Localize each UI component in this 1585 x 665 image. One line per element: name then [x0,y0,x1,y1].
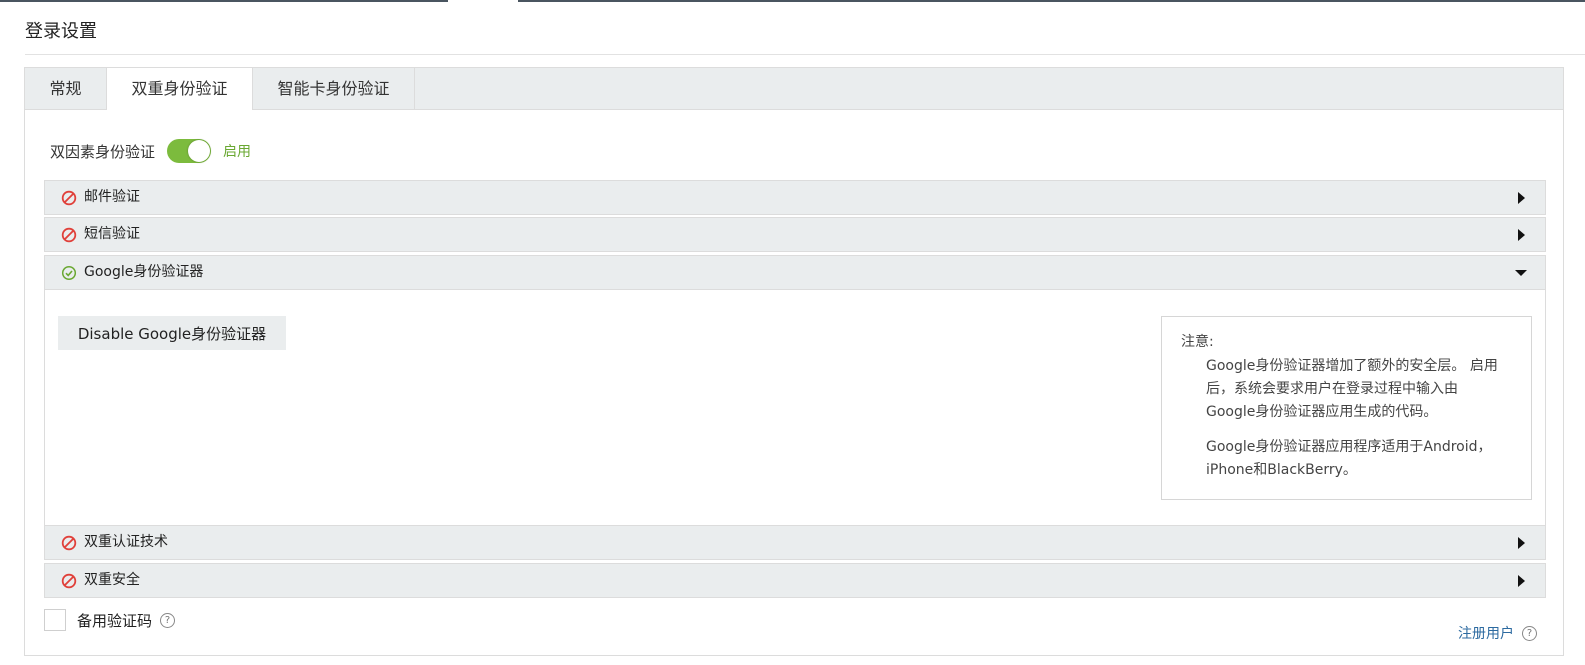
disable-google-authenticator-button[interactable]: Disable Google身份验证器 [58,316,286,350]
disabled-icon [61,535,77,551]
page-title: 登录设置 [25,21,97,42]
note-paragraph: Google身份验证器应用程序适用于Android，iPhone和BlackBe… [1206,439,1492,478]
backup-code-row: 备用验证码 ? [44,609,176,631]
tab-two-factor[interactable]: 双重身份验证 [107,68,253,110]
accordion-google-authenticator[interactable]: Google身份验证器 [44,255,1546,290]
accordion-dual-security[interactable]: 双重安全 [44,563,1546,598]
top-bar-left [0,0,448,2]
caret-right-icon [1518,537,1525,549]
accordion-label: 双重安全 [84,572,140,588]
backup-code-label: 备用验证码 [77,611,153,630]
backup-code-checkbox[interactable] [44,609,66,631]
caret-down-icon [1515,270,1527,276]
accordion-email[interactable]: 邮件验证 [44,180,1546,215]
note-box: 注意: Google身份验证器增加了额外的安全层。 启用后，系统会要求用户在登录… [1161,316,1532,500]
help-icon[interactable]: ? [1522,625,1537,641]
register-users-row: 注册用户 ? [1458,623,1537,643]
note-title: 注意: [1181,334,1214,350]
accordion-label: 邮件验证 [84,189,140,205]
accordion-duo[interactable]: 双重认证技术 [44,525,1546,560]
disabled-icon [61,190,77,206]
help-icon[interactable]: ? [160,612,176,628]
disabled-icon [61,573,77,589]
two-factor-toggle[interactable] [167,139,212,163]
accordion-label: Google身份验证器 [84,264,204,280]
tab-bar: 常规 双重身份验证 智能卡身份验证 [25,68,1563,110]
caret-right-icon [1518,575,1525,587]
caret-right-icon [1518,229,1525,241]
check-circle-icon [61,265,77,281]
two-factor-row: 双因素身份验证 启用 [50,139,251,163]
settings-panel: 常规 双重身份验证 智能卡身份验证 双因素身份验证 启用 邮件验证 短信验证 G… [24,67,1564,656]
disabled-icon [61,227,77,243]
accordion-label: 短信验证 [84,226,140,242]
accordion-sms[interactable]: 短信验证 [44,217,1546,252]
caret-right-icon [1518,192,1525,204]
title-divider [25,54,1585,55]
accordion-label: 双重认证技术 [84,534,168,550]
note-paragraph: Google身份验证器增加了额外的安全层。 启用后，系统会要求用户在登录过程中输… [1206,358,1498,420]
toggle-knob [188,140,211,162]
two-factor-label: 双因素身份验证 [50,142,156,161]
tab-general[interactable]: 常规 [25,68,107,109]
register-users-link[interactable]: 注册用户 [1458,623,1514,643]
tab-smart-card[interactable]: 智能卡身份验证 [253,68,415,109]
top-bar-right [518,0,1585,2]
two-factor-state: 启用 [223,144,252,160]
google-authenticator-content: Disable Google身份验证器 注意: Google身份验证器增加了额外… [44,290,1546,526]
